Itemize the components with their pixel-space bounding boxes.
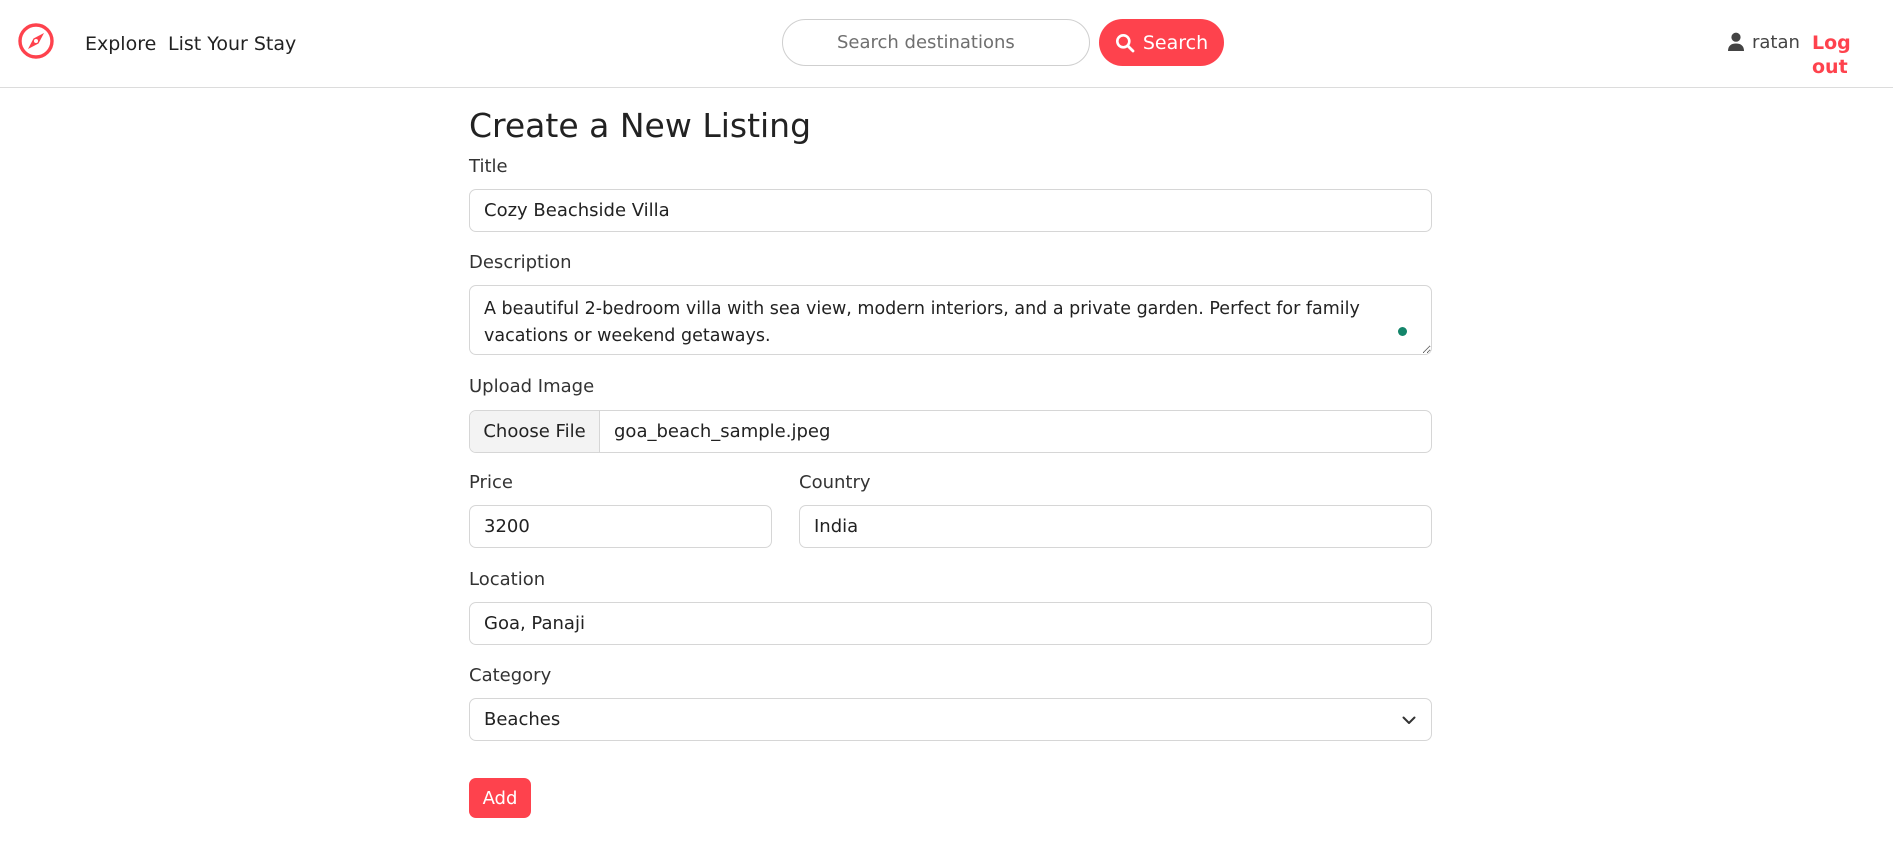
title-label: Title [469, 156, 508, 177]
compass-logo-icon[interactable] [17, 22, 55, 60]
file-upload-field[interactable]: Choose File goa_beach_sample.jpeg [469, 410, 1432, 453]
search-button-label: Search [1142, 31, 1209, 54]
country-label: Country [799, 472, 871, 493]
nav-list-your-stay-link[interactable]: List Your Stay [168, 32, 296, 56]
choose-file-button[interactable]: Choose File [470, 411, 600, 452]
search-icon [1115, 33, 1135, 52]
category-select[interactable]: Beaches [469, 698, 1432, 741]
category-label: Category [469, 665, 552, 686]
location-label: Location [469, 569, 546, 590]
add-button[interactable]: Add [469, 778, 531, 818]
location-input[interactable] [469, 602, 1432, 645]
user-icon [1728, 32, 1744, 51]
price-input[interactable] [469, 505, 772, 548]
search-button[interactable]: Search [1099, 19, 1224, 66]
nav-explore-link[interactable]: Explore [85, 32, 156, 56]
grammar-check-dot[interactable] [1398, 327, 1407, 336]
category-selected-value: Beaches [484, 709, 561, 730]
search-input[interactable] [782, 19, 1090, 66]
description-label: Description [469, 252, 572, 273]
file-name: goa_beach_sample.jpeg [614, 421, 831, 442]
navbar: Explore List Your Stay Search ratan Log … [0, 0, 1893, 88]
chevron-down-icon [1402, 716, 1416, 724]
title-input[interactable] [469, 189, 1432, 232]
upload-image-label: Upload Image [469, 376, 595, 397]
price-label: Price [469, 472, 513, 493]
description-textarea[interactable]: A beautiful 2-bedroom villa with sea vie… [469, 285, 1432, 355]
logout-link[interactable]: Log out [1812, 31, 1893, 79]
country-input[interactable] [799, 505, 1432, 548]
page-title: Create a New Listing [469, 106, 812, 145]
username: ratan [1752, 32, 1800, 53]
